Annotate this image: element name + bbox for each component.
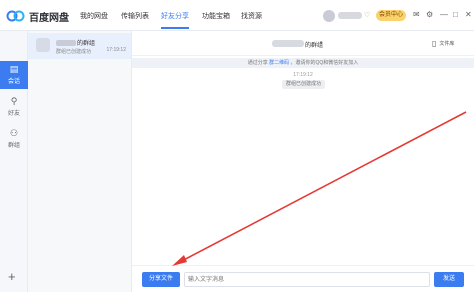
share-file-button[interactable]: 分享文件 [142,272,180,287]
rail-friends[interactable]: ⚲ 好友 [0,93,28,121]
gear-icon[interactable]: ⚙ [426,10,433,19]
chat-icon: ▤ [9,64,19,74]
chevron-down-icon[interactable]: ▾ [320,40,323,46]
plus-icon[interactable]: + [8,269,16,284]
rail-groups-label: 群组 [7,143,20,149]
file-library-label: 文件库 [439,41,455,47]
person-icon: ⚲ [10,96,18,106]
nav-active-underline [161,27,189,29]
user-avatar[interactable] [323,10,335,22]
nav-my-drive[interactable]: 我的网盘 [80,11,108,21]
minimize-icon[interactable]: — [440,10,448,19]
app-logo[interactable]: 百度网盘 [6,7,82,25]
rail-sessions-label: 会话 [7,79,20,85]
invite-notice: 通过分享 群二维码 ，邀请你的QQ和微信好友加入 [132,58,474,68]
chat-title-redacted [272,40,304,47]
chat-header: 的群组 ▾ ▯ 文件库 [132,31,474,56]
group-avatar [36,38,50,52]
conversation-list: 的群组 群组已创建成功 17:19:12 [28,31,132,292]
notice-suffix: ，邀请你的QQ和微信好友加入 [290,60,359,66]
chat-composer: 分享文件 发送 [132,265,474,292]
rail-sessions[interactable]: ▤ 会话 [0,61,28,89]
top-bar: 百度网盘 我的网盘 传输列表 好友分享 功能宝箱 找资源 ♡ 会员中心 ✉ ⚙ … [0,0,474,31]
group-icon: ⚇ [9,128,19,138]
nav-find-resources[interactable]: 找资源 [241,11,262,21]
nav-friend-share[interactable]: 好友分享 [161,11,189,21]
file-library-button[interactable]: ▯ 文件库 [432,39,454,48]
group-qrcode-link[interactable]: 群二维码 [269,60,289,66]
chat-panel: 的群组 ▾ ▯ 文件库 通过分享 群二维码 ，邀请你的QQ和微信好友加入 17:… [132,31,474,292]
nav-toolbox[interactable]: 功能宝箱 [202,11,230,21]
conversation-last-message: 群组已创建成功 [56,49,92,55]
conversation-name: 的群组 [77,41,96,47]
cloud-logo-icon [6,10,25,22]
rail-groups[interactable]: ⚇ 群组 [0,125,28,153]
conversation-item[interactable]: 的群组 群组已创建成功 17:19:12 [28,33,131,59]
system-message: 群组已创建成功 [282,80,326,89]
conversation-name-redacted [56,40,76,46]
left-rail: ▤ 会话 ⚲ 好友 ⚇ 群组 + [0,31,28,292]
message-timestamp: 17:19:12 [293,72,313,78]
nav-transfers[interactable]: 传输列表 [121,11,149,21]
vip-diamond-icon: ♡ [364,12,371,19]
app-name: 百度网盘 [29,12,69,24]
envelope-icon[interactable]: ✉ [413,10,420,19]
rail-friends-label: 好友 [7,111,20,117]
user-name-redacted[interactable] [338,12,362,19]
conversation-time: 17:19:12 [106,47,126,53]
close-icon[interactable]: ✕ [465,10,472,19]
vip-center-badge[interactable]: 会员中心 [376,10,406,21]
file-library-icon: ▯ [432,39,437,48]
send-button[interactable]: 发送 [434,272,464,287]
message-input[interactable] [184,272,430,287]
maximize-icon[interactable]: □ [453,10,458,19]
notice-prefix: 通过分享 [247,60,268,66]
